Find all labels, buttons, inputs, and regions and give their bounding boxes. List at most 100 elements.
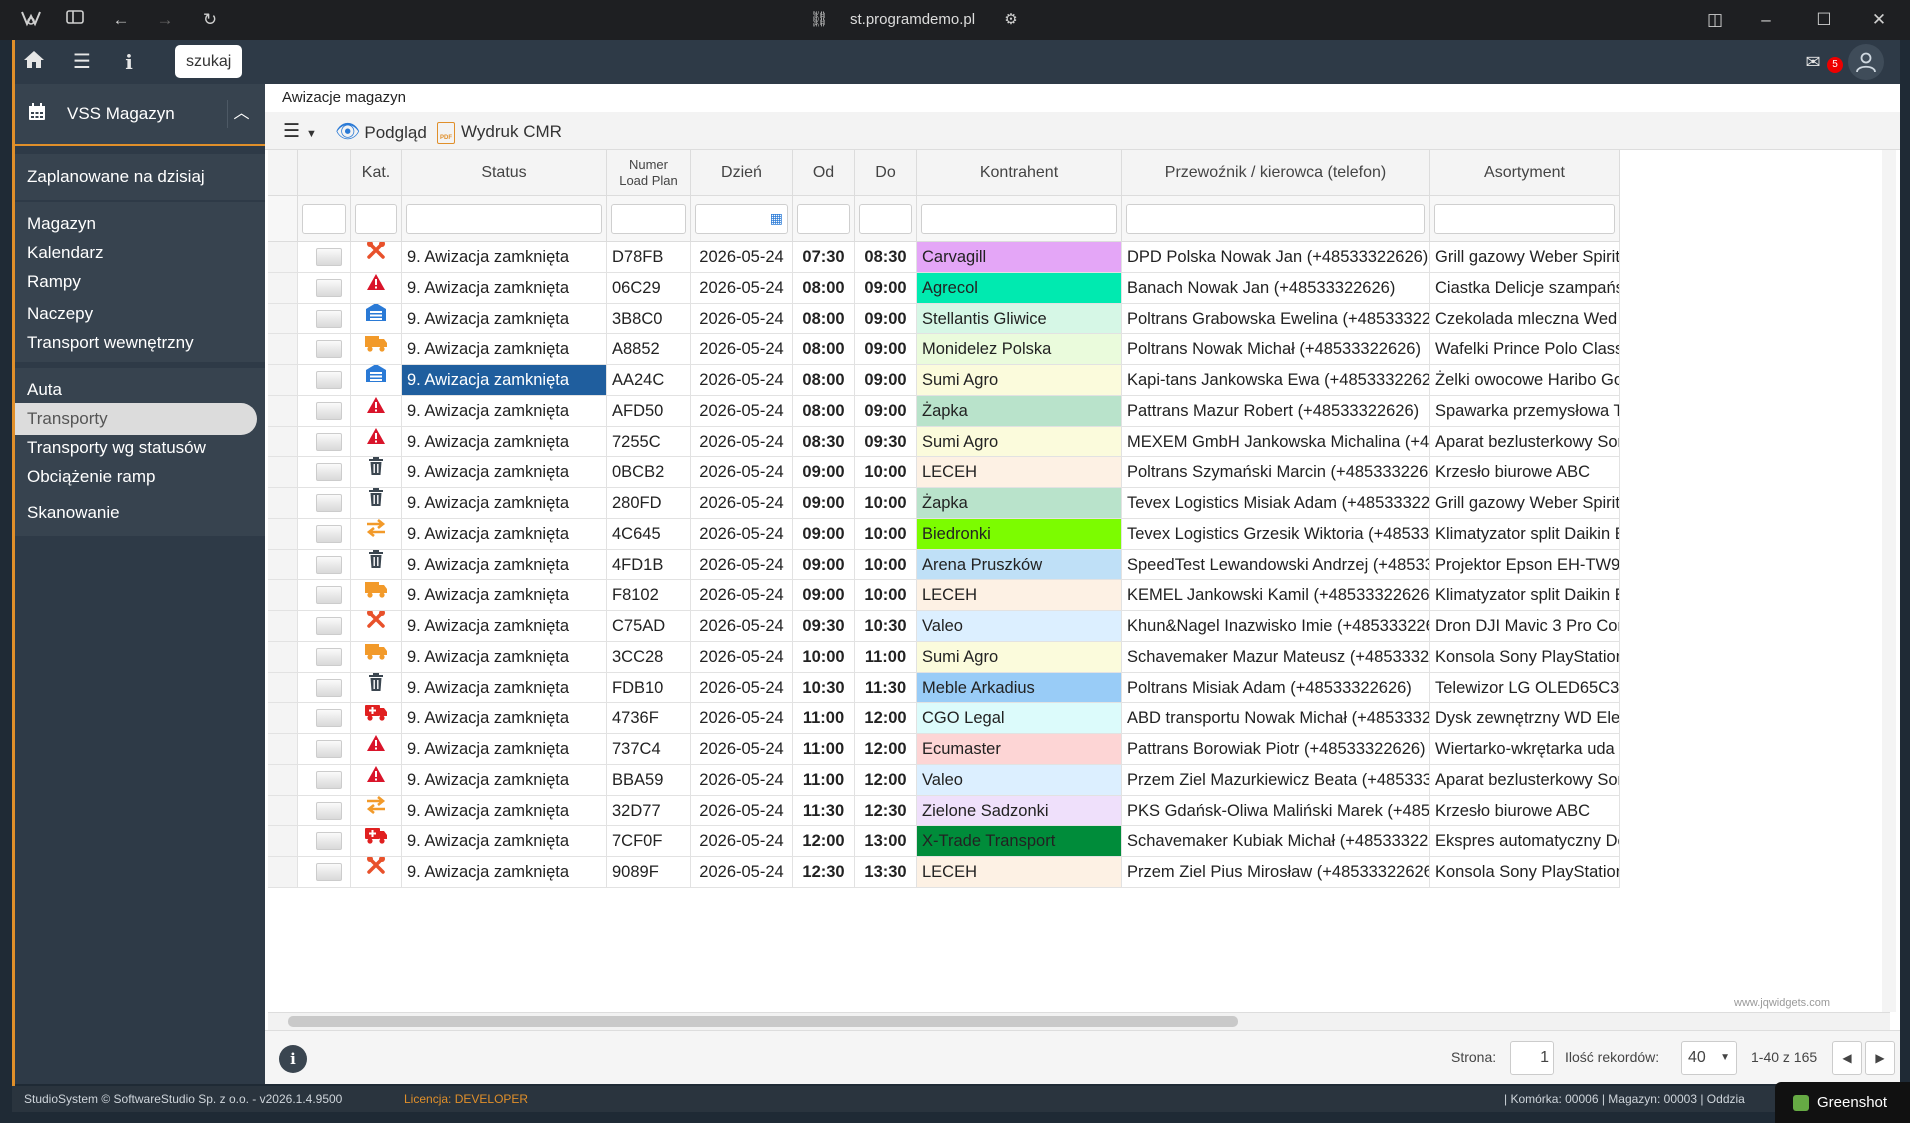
grid-cell[interactable] [268,426,298,458]
grid-cell[interactable]: 2026-05-24 [691,611,793,642]
row-select-cell[interactable] [298,795,351,827]
row-select-cell[interactable] [298,826,351,857]
grid-cell[interactable]: 09:00 [855,303,917,335]
status-cell[interactable]: 9. Awizacja zamknięta [402,826,607,857]
row-select-cell[interactable] [298,611,351,642]
category-cell[interactable] [351,488,402,519]
status-cell[interactable]: 9. Awizacja zamknięta [402,580,607,611]
site-settings-icon[interactable]: ⚙ [998,8,1024,32]
grid-cell[interactable]: 0BCB2 [607,457,691,488]
contractor-cell[interactable]: X-Trade Transport [917,826,1122,857]
grid-cell[interactable]: 2026-05-24 [691,672,793,704]
column-header[interactable]: Status [402,150,607,196]
sidebar-item[interactable]: Magazyn [27,208,96,240]
status-cell[interactable]: 9. Awizacja zamknięta [402,611,607,642]
column-header[interactable] [298,150,351,196]
column-header[interactable]: Kat. [351,150,402,196]
row-select-cell[interactable] [298,334,351,365]
info-icon[interactable]: i [115,49,143,75]
grid-cell[interactable]: AFD50 [607,395,691,427]
info-icon[interactable]: i [279,1045,307,1073]
grid-cell[interactable]: 2026-05-24 [691,272,793,304]
column-header[interactable]: Od [793,150,855,196]
filter-input[interactable]: ▦ [695,204,788,234]
category-cell[interactable] [351,426,402,458]
grid-cell[interactable]: D78FB [607,242,691,273]
grid-cell[interactable]: Khun&Nagel Inazwisko Imie (+48533322626) [1122,611,1430,642]
grid-cell[interactable]: 12:30 [793,857,855,888]
category-cell[interactable] [351,764,402,796]
grid-cell[interactable]: PKS Gdańsk-Oliwa Maliński Marek (+485333… [1122,795,1430,827]
category-cell[interactable] [351,242,402,273]
grid-cell[interactable] [268,549,298,581]
grid-cell[interactable] [268,488,298,519]
status-cell[interactable]: 9. Awizacja zamknięta [402,488,607,519]
grid-cell[interactable]: 09:00 [855,272,917,304]
grid-cell[interactable] [268,334,298,365]
grid-cell[interactable]: Tevex Logistics Misiak Adam (+4853332262… [1122,488,1430,519]
category-cell[interactable] [351,580,402,611]
row-select-cell[interactable] [298,857,351,888]
row-select-cell[interactable] [298,488,351,519]
grid-cell[interactable]: 2026-05-24 [691,334,793,365]
grid-cell[interactable]: 2026-05-24 [691,764,793,796]
grid-cell[interactable]: 09:00 [793,549,855,581]
contractor-cell[interactable]: Sumi Agro [917,365,1122,396]
grid-cell[interactable]: Czekolada mleczna Wed [1430,303,1620,335]
grid-cell[interactable]: Klimatyzator split Daikin E [1430,580,1620,611]
grid-cell[interactable]: Poltrans Grabowska Ewelina (+48533322626… [1122,303,1430,335]
grid-cell[interactable] [268,857,298,888]
row-select-cell[interactable] [298,395,351,427]
grid-cell[interactable]: Poltrans Misiak Adam (+48533322626) [1122,672,1430,704]
sidebar-item[interactable]: Skanowanie [27,497,120,529]
filter-input[interactable] [1126,204,1425,234]
greenshot-taskbar-item[interactable]: Greenshot [1775,1082,1910,1123]
prev-page-button[interactable]: ◀ [1832,1041,1862,1075]
grid-cell[interactable]: Tevex Logistics Grzesik Wiktoria (+48533… [1122,518,1430,550]
filter-input[interactable] [797,204,850,234]
grid-cell[interactable] [268,826,298,857]
grid-cell[interactable]: Telewizor LG OLED65C3 6! [1430,672,1620,704]
grid-cell[interactable]: 10:30 [855,611,917,642]
row-checkbox[interactable] [316,863,342,881]
status-cell[interactable]: 9. Awizacja zamknięta [402,518,607,550]
grid-cell[interactable]: 2026-05-24 [691,426,793,458]
sidebar-toggle-icon[interactable] [62,8,88,32]
grid-cell[interactable]: Projektor Epson EH-TW94 [1430,549,1620,581]
row-select-cell[interactable] [298,365,351,396]
sidebar-item[interactable]: Auta [27,374,62,406]
status-cell[interactable]: 9. Awizacja zamknięta [402,672,607,704]
grid-cell[interactable]: Banach Nowak Jan (+48533322626) [1122,272,1430,304]
grid-cell[interactable]: MEXEM GmbH Jankowska Michalina (+4853… [1122,426,1430,458]
grid-cell[interactable]: 32D77 [607,795,691,827]
category-cell[interactable] [351,395,402,427]
grid-cell[interactable]: 4736F [607,703,691,734]
grid-cell[interactable]: 12:00 [855,734,917,765]
minimize-icon[interactable]: – [1753,8,1779,32]
category-cell[interactable] [351,734,402,765]
search-button[interactable]: szukaj [175,45,243,78]
collapse-menu-icon[interactable]: ☰ [68,49,96,75]
grid-cell[interactable]: 08:00 [793,272,855,304]
status-cell[interactable]: 9. Awizacja zamknięta [402,426,607,458]
grid-cell[interactable]: 2026-05-24 [691,857,793,888]
back-icon[interactable]: ← [108,8,134,32]
chevron-up-icon[interactable]: ︿ [227,100,255,128]
column-header[interactable]: Przewoźnik / kierowca (telefon) [1122,150,1430,196]
category-cell[interactable] [351,857,402,888]
grid-cell[interactable]: Krzesło biurowe ABC [1430,795,1620,827]
grid-cell[interactable]: Żelki owocowe Haribo Go [1430,365,1620,396]
grid-cell[interactable]: 09:00 [793,457,855,488]
grid-cell[interactable]: Grill gazowy Weber Spirit [1430,488,1620,519]
grid-cell[interactable]: 10:00 [855,488,917,519]
row-checkbox[interactable] [316,524,342,543]
row-checkbox[interactable] [316,740,342,758]
row-checkbox[interactable] [316,463,342,482]
category-cell[interactable] [351,641,402,673]
grid-cell[interactable]: Schavemaker Kubiak Michał (+48533322626) [1122,826,1430,857]
row-select-cell[interactable] [298,672,351,704]
grid-cell[interactable]: F8102 [607,580,691,611]
row-select-cell[interactable] [298,703,351,734]
grid-cell[interactable]: 09:00 [855,395,917,427]
grid-cell[interactable]: 09:00 [793,518,855,550]
